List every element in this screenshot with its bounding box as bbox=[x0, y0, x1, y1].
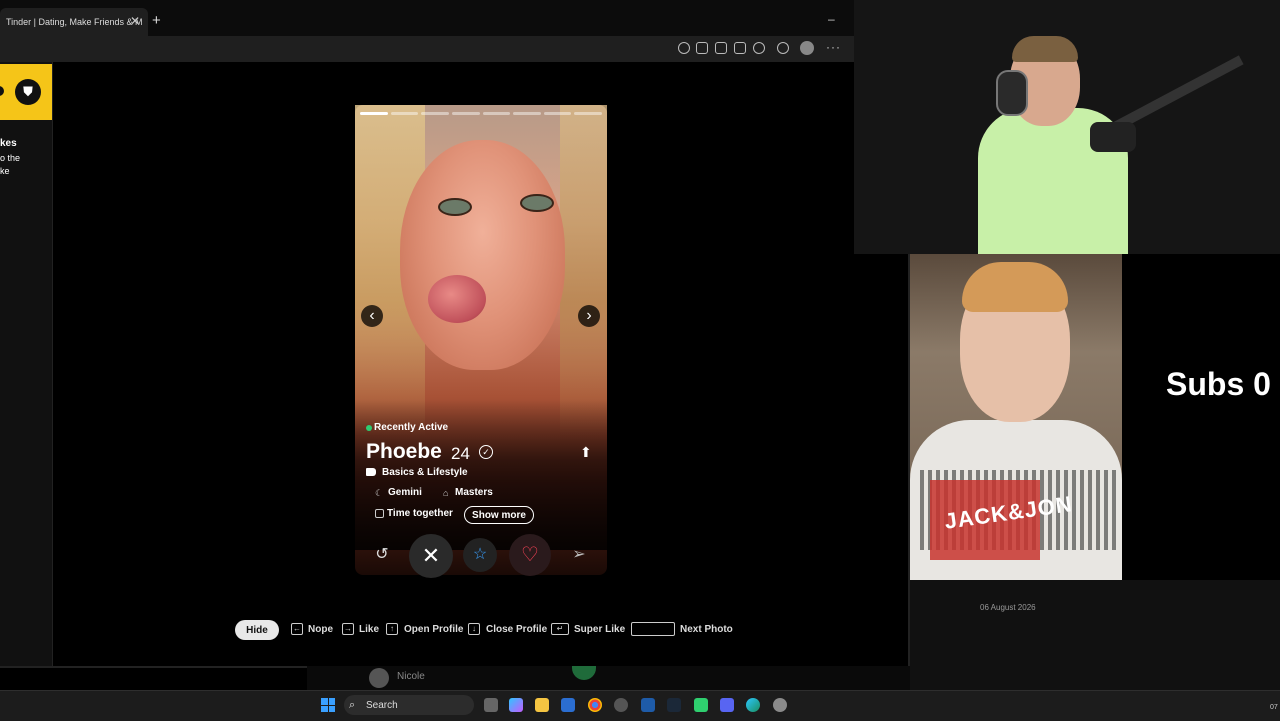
task-view-icon[interactable] bbox=[484, 698, 498, 712]
open-profile-arrow-icon[interactable]: ⬆ bbox=[580, 444, 592, 461]
obs-icon[interactable] bbox=[614, 698, 628, 712]
taskbar-clock: 07 bbox=[1270, 704, 1278, 711]
profile-section-label: Basics & Lifestyle bbox=[382, 467, 468, 478]
webcam-person-hair bbox=[1012, 36, 1078, 62]
tab-title: Tinder | Dating, Make Friends & M bbox=[6, 17, 143, 27]
tag-icon bbox=[366, 468, 376, 476]
edge-icon[interactable] bbox=[746, 698, 760, 712]
left-key-icon: ← bbox=[291, 623, 303, 635]
bell-icon[interactable] bbox=[696, 42, 708, 54]
photo-progress-segment bbox=[421, 112, 449, 115]
like-button[interactable]: ♡ bbox=[509, 534, 551, 576]
active-status: Recently Active bbox=[374, 422, 449, 433]
more-icon[interactable]: ··· bbox=[826, 40, 841, 54]
right-key-icon: → bbox=[342, 623, 354, 635]
search-icon: ⌕ bbox=[349, 699, 356, 711]
hide-shortcuts-button[interactable]: Hide bbox=[235, 620, 279, 640]
next-photo-button[interactable]: › bbox=[578, 305, 600, 327]
photo-progress-segment bbox=[513, 112, 541, 115]
enter-key-icon: ↵ bbox=[551, 623, 569, 635]
photo-lips bbox=[428, 275, 486, 323]
chat-icon bbox=[375, 509, 384, 518]
profile-zodiac: Gemini bbox=[388, 487, 422, 498]
photo-progress-segment bbox=[482, 112, 511, 115]
favorites-icon[interactable] bbox=[777, 42, 789, 54]
verified-icon: ✓ bbox=[479, 445, 493, 459]
discord-icon[interactable] bbox=[720, 698, 734, 712]
reading-icon[interactable] bbox=[734, 42, 746, 54]
browser-tab[interactable]: Tinder | Dating, Make Friends & M bbox=[0, 8, 148, 36]
chat-contact-name: Nicole bbox=[397, 671, 425, 682]
active-status-dot bbox=[366, 425, 372, 431]
favorite-star-icon[interactable] bbox=[753, 42, 765, 54]
profile-education: Masters bbox=[455, 487, 493, 498]
webcam-guest-hair bbox=[962, 262, 1068, 312]
up-key-icon: ↑ bbox=[386, 623, 398, 635]
shortcut-label-open-profile: Open Profile bbox=[404, 624, 464, 635]
photo-progress-segment bbox=[360, 112, 388, 115]
photo-face bbox=[400, 140, 565, 370]
shortcut-label-nope: Nope bbox=[308, 624, 333, 635]
date-label: 06 August 2026 bbox=[980, 603, 1036, 612]
nope-button[interactable]: ✕ bbox=[409, 534, 453, 578]
shortcut-label-next-photo: Next Photo bbox=[680, 624, 733, 635]
shortcut-label-like: Like bbox=[359, 624, 380, 635]
send-boost-button[interactable]: ➢ bbox=[562, 538, 596, 572]
shield-icon[interactable]: ⛊ bbox=[15, 79, 41, 105]
photo-eye bbox=[438, 198, 472, 216]
show-more-button[interactable]: Show more bbox=[464, 506, 534, 524]
microphone-icon bbox=[1090, 122, 1136, 152]
zodiac-icon: ☾ bbox=[375, 488, 384, 498]
headset-icon bbox=[996, 70, 1028, 116]
store-icon[interactable] bbox=[561, 698, 575, 712]
space-key-icon bbox=[631, 622, 675, 636]
taskbar bbox=[0, 690, 1280, 721]
app-icon[interactable] bbox=[694, 698, 708, 712]
promo-text: o the bbox=[0, 153, 21, 163]
steam-icon[interactable] bbox=[667, 698, 681, 712]
taskbar-search[interactable] bbox=[344, 695, 474, 715]
promo-text: ke bbox=[0, 166, 10, 176]
taskbar-search-label: Search bbox=[366, 700, 398, 711]
profile-name: Phoebe bbox=[366, 440, 442, 463]
windows-start-icon[interactable] bbox=[321, 698, 335, 712]
photo-progress-bar bbox=[360, 112, 602, 115]
location-icon[interactable] bbox=[678, 42, 690, 54]
photo-hair-right bbox=[560, 105, 607, 435]
new-tab-button[interactable]: + bbox=[152, 13, 166, 29]
education-icon: ⌂ bbox=[443, 488, 449, 498]
profile-age: 24 bbox=[451, 444, 470, 463]
photo-progress-segment bbox=[543, 112, 572, 115]
app-icon[interactable] bbox=[641, 698, 655, 712]
down-key-icon: ↓ bbox=[468, 623, 480, 635]
photo-eye bbox=[520, 194, 554, 212]
browser-profile-avatar[interactable] bbox=[800, 41, 814, 55]
photo-progress-segment bbox=[574, 112, 602, 115]
photo-progress-segment bbox=[451, 112, 480, 115]
previous-photo-button[interactable]: ‹ bbox=[361, 305, 383, 327]
profile-looking-for: Time together bbox=[387, 508, 453, 519]
avatar bbox=[369, 668, 389, 688]
chrome-icon[interactable] bbox=[588, 698, 602, 712]
copilot-icon[interactable] bbox=[509, 698, 523, 712]
close-icon[interactable]: ✕ bbox=[130, 14, 142, 28]
super-like-button[interactable]: ☆ bbox=[463, 538, 497, 572]
photo-progress-segment bbox=[390, 112, 419, 115]
rewind-button[interactable]: ↺ bbox=[365, 538, 399, 572]
settings-icon[interactable] bbox=[773, 698, 787, 712]
minimize-button[interactable]: – bbox=[828, 12, 835, 26]
subs-counter: Subs 0 bbox=[1166, 366, 1271, 402]
file-explorer-icon[interactable] bbox=[535, 698, 549, 712]
promo-title: kes bbox=[0, 138, 17, 149]
shortcut-label-super-like: Super Like bbox=[574, 624, 626, 635]
shortcut-label-close-profile: Close Profile bbox=[486, 624, 548, 635]
extensions-icon[interactable] bbox=[715, 42, 727, 54]
subs-overlay bbox=[1122, 254, 1280, 580]
date-panel bbox=[910, 580, 1280, 690]
